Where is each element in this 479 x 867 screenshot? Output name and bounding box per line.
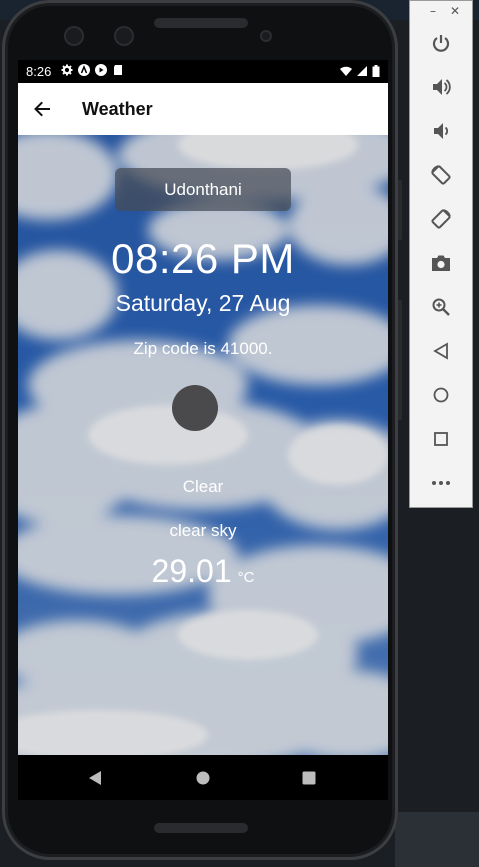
page-title: Weather <box>82 98 153 119</box>
emu-overview-button[interactable] <box>425 423 457 455</box>
volume-up-icon <box>433 79 451 95</box>
overview-icon <box>434 432 448 446</box>
front-sensor <box>114 26 134 46</box>
emu-more-button[interactable] <box>425 467 457 499</box>
navigation-bar <box>18 755 388 800</box>
play-store-icon <box>95 64 107 76</box>
zoom-icon <box>432 298 450 316</box>
front-camera <box>64 26 84 46</box>
nav-home-button[interactable] <box>188 763 218 793</box>
camera-icon <box>432 255 450 271</box>
nav-back-button[interactable] <box>80 763 110 793</box>
phone-screen: 8:26 Weather Udonthani 08:26 PM Saturday… <box>18 60 388 800</box>
weather-condition-icon <box>172 385 218 431</box>
status-bar: 8:26 <box>18 60 388 83</box>
zip-code-text: Zip code is 41000. <box>133 339 273 358</box>
signal-icon <box>357 66 367 76</box>
app-bar: Weather <box>18 83 388 135</box>
emu-back-button[interactable] <box>425 335 457 367</box>
status-time: 8:26 <box>26 64 52 79</box>
battery-icon <box>372 65 380 77</box>
weather-description: clear sky <box>169 521 237 540</box>
emu-home-button[interactable] <box>425 379 457 411</box>
earpiece-speaker <box>154 18 248 28</box>
wifi-icon <box>340 66 352 76</box>
back-button[interactable] <box>18 83 66 135</box>
temperature-row: 29.01 °C <box>18 553 388 590</box>
nav-overview-icon <box>302 771 316 785</box>
desktop-strip <box>395 812 479 867</box>
dim-overlay <box>18 135 388 755</box>
volume-down-icon <box>434 123 449 139</box>
weather-condition: Clear <box>182 477 224 496</box>
temperature-unit: °C <box>237 569 255 586</box>
emu-power-button[interactable] <box>425 27 457 59</box>
temperature-value: 29.01 <box>151 553 232 589</box>
status-notification-icons <box>61 64 124 76</box>
emu-volume-down-button[interactable] <box>425 115 457 147</box>
emulator-window-controls: – ✕ <box>410 1 472 21</box>
phone-frame: 8:26 Weather Udonthani 08:26 PM Saturday… <box>2 0 402 860</box>
current-date: Saturday, 27 Aug <box>115 290 291 316</box>
rotate-right-icon <box>431 209 451 229</box>
minimize-button[interactable]: – <box>430 4 436 18</box>
city-name-badge[interactable]: Udonthani <box>115 168 291 211</box>
sd-card-icon <box>114 65 122 75</box>
more-icon <box>432 481 450 485</box>
city-name: Udonthani <box>164 179 242 199</box>
nav-home-icon <box>196 771 210 785</box>
weather-content: Udonthani 08:26 PM Saturday, 27 Aug Zip … <box>18 135 388 755</box>
close-button[interactable]: ✕ <box>450 4 460 18</box>
emu-rotate-right-button[interactable] <box>425 203 457 235</box>
nav-overview-button[interactable] <box>294 763 324 793</box>
app-a-icon <box>78 64 90 76</box>
emu-screenshot-button[interactable] <box>425 247 457 279</box>
proximity-sensor <box>260 30 272 42</box>
bottom-speaker <box>154 823 248 833</box>
nav-back-icon <box>89 771 101 785</box>
power-side-button <box>398 180 402 240</box>
settings-icon <box>61 64 73 76</box>
volume-side-button <box>398 300 402 420</box>
emu-volume-up-button[interactable] <box>425 71 457 103</box>
power-icon <box>432 35 450 52</box>
arrow-back-icon <box>34 101 50 117</box>
emu-zoom-button[interactable] <box>425 291 457 323</box>
current-time: 08:26 PM <box>111 235 295 282</box>
back-icon <box>433 342 448 360</box>
emulator-toolbar: – ✕ <box>409 0 473 508</box>
status-system-icons <box>340 65 380 77</box>
home-icon <box>433 387 449 403</box>
emu-rotate-left-button[interactable] <box>425 159 457 191</box>
rotate-left-icon <box>431 165 451 185</box>
